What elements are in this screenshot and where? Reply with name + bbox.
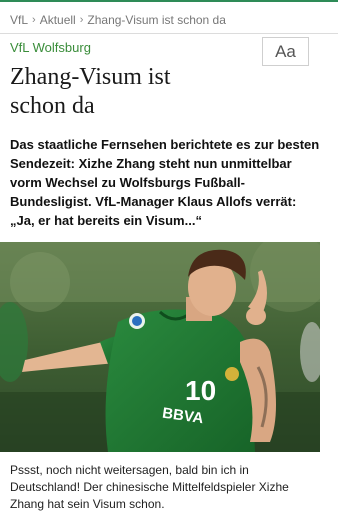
breadcrumb: VfL › Aktuell › Zhang-Visum ist schon da (10, 13, 226, 27)
header-divider (0, 33, 338, 34)
article-headline: Zhang-Visum ist schon da (10, 63, 310, 121)
chevron-right-icon: › (79, 14, 84, 26)
headline-line-1: Zhang-Visum ist (10, 64, 171, 90)
breadcrumb-current: Zhang-Visum ist schon da (87, 13, 226, 27)
article-photo[interactable]: 10 BBVA (0, 242, 320, 452)
article-lead: Das staatliche Fernsehen berichtete es z… (10, 137, 320, 228)
breadcrumb-item-aktuell[interactable]: Aktuell (40, 13, 76, 27)
headline-line-2: schon da (10, 93, 95, 119)
player-photo-illustration: 10 BBVA (0, 242, 320, 452)
breadcrumb-item-vfl[interactable]: VfL (10, 13, 28, 27)
jersey-number: 10 (185, 375, 216, 406)
top-accent-rule (0, 0, 338, 2)
photo-caption: Pssst, noch nicht weitersagen, bald bin … (10, 463, 289, 511)
chevron-right-icon: › (32, 14, 36, 26)
font-size-button[interactable]: Aa (262, 37, 309, 66)
section-label[interactable]: VfL Wolfsburg (10, 40, 91, 55)
